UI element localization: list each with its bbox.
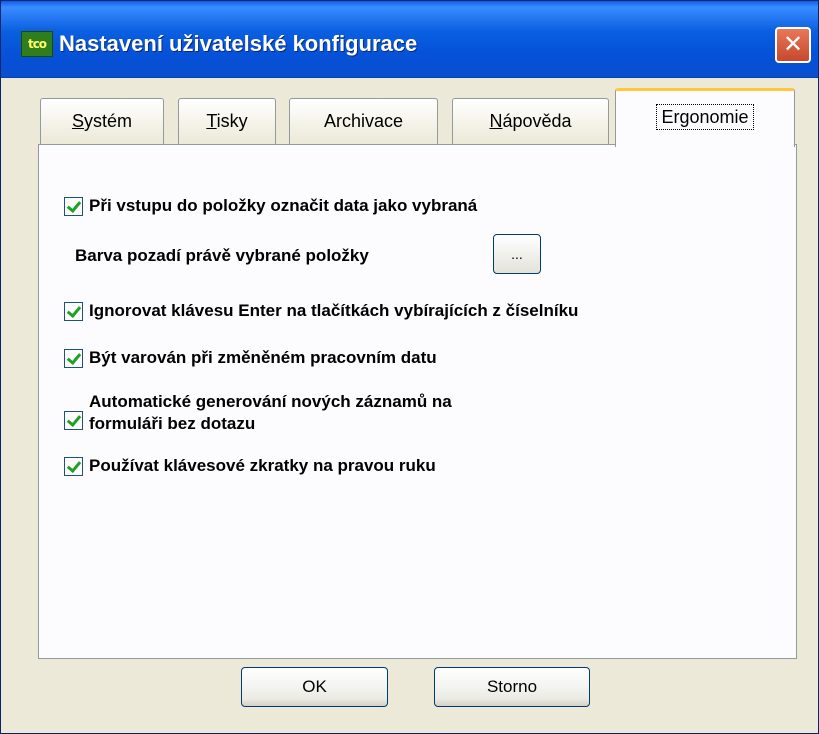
tab-archivace-label: Archivace	[323, 111, 404, 131]
settings-dialog: tco Nastavení uživatelské konfigurace ✕ …	[0, 0, 819, 734]
title-bar[interactable]: tco Nastavení uživatelské konfigurace ✕	[1, 1, 818, 78]
right-hand-checkbox[interactable]	[64, 456, 83, 476]
select-on-enter-checkbox[interactable]	[64, 196, 83, 216]
auto-generate-checkbox[interactable]	[64, 410, 83, 430]
ignore-enter-label: Ignorovat klávesu Enter na tlačítkách vy…	[89, 301, 579, 320]
close-icon[interactable]: ✕	[775, 27, 811, 63]
cancel-button[interactable]: Storno	[434, 667, 590, 707]
background-color-button[interactable]: ...	[493, 234, 541, 274]
option-warn-date[interactable]: Být varován při změněném pracovním datu	[64, 348, 437, 368]
auto-generate-label-line1: Automatické generování nových záznamů na	[89, 392, 452, 411]
tab-ergonomie[interactable]: Ergonomie	[615, 88, 795, 147]
option-auto-generate[interactable]: Automatické generování nových záznamů na…	[64, 391, 452, 435]
ignore-enter-checkbox[interactable]	[64, 301, 83, 321]
auto-generate-label-line2: formuláři bez dotazu	[89, 414, 256, 433]
right-hand-label: Používat klávesové zkratky na pravou ruk…	[89, 456, 436, 475]
tab-ergonomie-label: Ergonomie	[656, 104, 754, 130]
ok-button[interactable]: OK	[241, 667, 388, 707]
auto-generate-text: Automatické generování nových záznamů na…	[89, 391, 452, 435]
option-select-on-enter[interactable]: Při vstupu do položky označit data jako …	[64, 196, 477, 216]
option-ignore-enter[interactable]: Ignorovat klávesu Enter na tlačítkách vy…	[64, 301, 578, 321]
tab-napoveda[interactable]: Nápověda	[452, 98, 609, 144]
tab-archivace[interactable]: Archivace	[289, 98, 438, 144]
tab-system[interactable]: Systém	[40, 98, 164, 144]
warn-date-label: Být varován při změněném pracovním datu	[89, 348, 437, 367]
tab-tisky[interactable]: Tisky	[178, 98, 276, 144]
option-right-hand[interactable]: Používat klávesové zkratky na pravou ruk…	[64, 456, 436, 476]
select-on-enter-label: Při vstupu do položky označit data jako …	[89, 196, 478, 215]
app-logo-icon: tco	[21, 31, 53, 57]
warn-date-checkbox[interactable]	[64, 348, 83, 368]
background-color-label: Barva pozadí právě vybrané položky	[75, 246, 369, 265]
tab-system-label: Systém	[71, 111, 133, 131]
window-title: Nastavení uživatelské konfigurace	[59, 31, 418, 56]
app-logo-text: tco	[27, 37, 47, 51]
tab-tisky-label: Tisky	[206, 111, 248, 131]
tab-napoveda-label: Nápověda	[489, 111, 572, 131]
